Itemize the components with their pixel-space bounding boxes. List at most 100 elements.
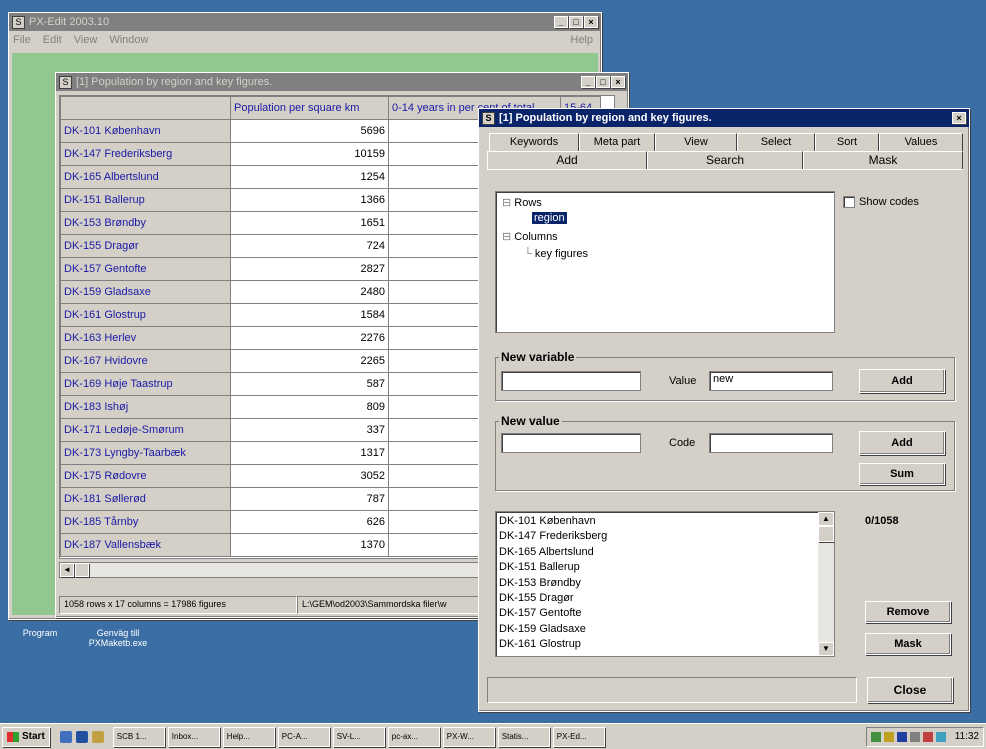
cell-value[interactable]: 337 [230,418,389,442]
row-header[interactable]: DK-169 Høje Taastrup [60,372,231,396]
tree-node-columns[interactable]: ⊟ Columns [502,230,558,243]
scroll-left-button[interactable]: ◄ [60,563,74,577]
list-item[interactable]: DK-161 Glostrup [499,637,831,652]
dialog-close-button[interactable]: × [952,112,966,124]
row-header[interactable]: DK-163 Herlev [60,326,231,350]
cell-value[interactable]: 587 [230,372,389,396]
menu-view[interactable]: View [74,34,98,46]
cell-value[interactable]: 2265 [230,349,389,373]
tray-messenger-icon[interactable] [922,731,933,742]
maximize-button[interactable]: □ [569,16,583,28]
new-variable-value-input[interactable]: new [709,371,833,391]
list-item[interactable]: DK-101 København [499,514,831,529]
dialog-titlebar[interactable]: S [1] Population by region and key figur… [479,109,969,127]
cell-value[interactable]: 787 [230,487,389,511]
row-header[interactable]: DK-161 Glostrup [60,303,231,327]
values-list[interactable]: DK-101 København DK-147 Frederiksberg DK-1… [495,511,835,657]
tab-add[interactable]: Add [487,151,647,169]
cell-value[interactable]: 809 [230,395,389,419]
list-item[interactable]: DK-157 Gentofte [499,606,831,621]
minimize-button[interactable]: _ [554,16,568,28]
cell-value[interactable]: 1366 [230,188,389,212]
tray-clock-icon[interactable] [909,731,920,742]
add-value-button[interactable]: Add [859,431,945,455]
row-header[interactable]: DK-155 Dragør [60,234,231,258]
row-header[interactable]: DK-151 Ballerup [60,188,231,212]
row-header[interactable]: DK-101 København [60,119,231,143]
cell-value[interactable]: 2276 [230,326,389,350]
tray-antivirus-icon[interactable] [896,731,907,742]
new-value-name-input[interactable] [501,433,641,453]
list-item[interactable]: DK-147 Frederiksberg [499,529,831,544]
row-header[interactable]: DK-171 Ledøje-Smørum [60,418,231,442]
checkbox-box[interactable] [843,196,855,208]
tab-mask[interactable]: Mask [803,151,963,169]
tree-node-rows[interactable]: ⊟ Rows [502,196,542,209]
row-header[interactable]: DK-187 Vallensbæk [60,533,231,557]
cell-value[interactable]: 1317 [230,441,389,465]
table-minimize-button[interactable]: _ [581,76,595,88]
cell-value[interactable]: 2827 [230,257,389,281]
cell-value[interactable]: 5696 [230,119,389,143]
tab-select[interactable]: Select [737,133,815,151]
cell-value[interactable]: 1254 [230,165,389,189]
cell-value[interactable]: 1651 [230,211,389,235]
row-header[interactable]: DK-173 Lyngby-Taarbæk [60,441,231,465]
close-dialog-button[interactable]: Close [867,677,953,703]
row-header[interactable]: DK-157 Gentofte [60,257,231,281]
table-window-titlebar[interactable]: S [1] Population by region and key figur… [56,73,628,91]
cell-value[interactable]: 1370 [230,533,389,557]
taskbar-item[interactable]: PC-A... [277,726,330,747]
tab-keywords[interactable]: Keywords [489,133,579,151]
tab-sort[interactable]: Sort [815,133,879,151]
list-item[interactable]: DK-159 Gladsaxe [499,622,831,637]
tray-volume-icon[interactable] [883,731,894,742]
taskbar-item[interactable]: SCB 1... [112,726,165,747]
scroll-down-button[interactable]: ▼ [818,642,834,656]
row-header[interactable]: DK-167 Hvidovre [60,349,231,373]
start-button[interactable]: Start [2,726,50,747]
menu-file[interactable]: File [13,34,31,46]
taskbar-item[interactable]: pc-ax... [387,726,440,747]
taskbar-item[interactable]: Help... [222,726,275,747]
scroll-thumb[interactable] [75,563,89,577]
quicklaunch-mail-icon[interactable] [91,730,104,743]
row-header[interactable]: DK-185 Tårnby [60,510,231,534]
row-header[interactable]: DK-165 Albertslund [60,165,231,189]
list-item[interactable]: DK-155 Dragør [499,591,831,606]
list-item[interactable]: DK-165 Albertslund [499,545,831,560]
row-header[interactable]: DK-181 Søllerød [60,487,231,511]
quicklaunch-browser-icon[interactable] [75,730,88,743]
close-button[interactable]: × [584,16,598,28]
scroll-up-button[interactable]: ▲ [818,512,834,526]
variables-tree[interactable]: ⊟ Rows region ⊟ Columns └ key figures [495,191,835,333]
taskbar-item[interactable]: PX-W... [442,726,495,747]
row-header[interactable]: DK-159 Gladsaxe [60,280,231,304]
main-window-titlebar[interactable]: S PX-Edit 2003.10 _ □ × [9,13,601,31]
tab-values[interactable]: Values [879,133,963,151]
new-value-code-input[interactable] [709,433,833,453]
list-item[interactable]: DK-153 Brøndby [499,576,831,591]
taskbar-item[interactable]: PX-Ed... [552,726,605,747]
desktop-icon-program[interactable]: Program [20,628,60,638]
sum-button[interactable]: Sum [859,463,945,485]
tab-meta-part[interactable]: Meta part [579,133,655,151]
table-close-button[interactable]: × [611,76,625,88]
row-header[interactable]: DK-147 Frederiksberg [60,142,231,166]
row-header[interactable]: DK-153 Brøndby [60,211,231,235]
scroll-thumb[interactable] [818,526,834,542]
row-header[interactable]: DK-175 Rødovre [60,464,231,488]
tray-network-icon[interactable] [870,731,881,742]
column-header[interactable]: Population per square km [230,96,389,120]
tree-node-region[interactable]: region [532,212,567,224]
values-list-scrollbar[interactable]: ▲ ▼ [818,512,834,656]
table-maximize-button[interactable]: □ [596,76,610,88]
taskbar-item[interactable]: Statis... [497,726,550,747]
cell-value[interactable]: 3052 [230,464,389,488]
tab-search[interactable]: Search [647,151,803,169]
desktop-icon-shortcut[interactable]: Genväg till PXMaketb.exe [78,628,158,648]
cell-value[interactable]: 724 [230,234,389,258]
tab-view[interactable]: View [655,133,737,151]
row-header[interactable]: DK-183 Ishøj [60,395,231,419]
taskbar-item[interactable]: Inbox... [167,726,220,747]
